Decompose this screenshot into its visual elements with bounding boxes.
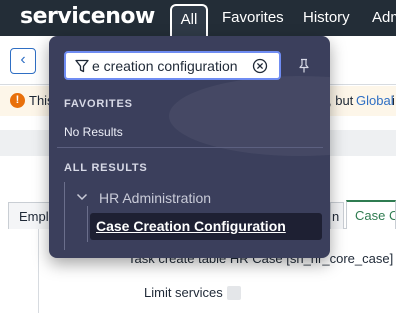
tab-case-creation[interactable]: Case Cr [346, 200, 396, 229]
nav-tab-admin[interactable]: Adm [372, 0, 396, 36]
panel-background-glow [169, 76, 330, 156]
limit-services-checkbox[interactable] [227, 286, 241, 300]
result-item-label[interactable]: Case Creation Configuration [96, 218, 286, 234]
tree-guide-line-nested [87, 206, 88, 242]
warning-text-tail: i [392, 93, 395, 108]
favorites-no-results: No Results [64, 125, 123, 139]
limit-services-label: Limit services [144, 285, 223, 300]
all-results-heading: ALL RESULTS [64, 162, 148, 174]
tree-guide-line [64, 182, 65, 250]
form-left-border [38, 229, 39, 313]
nav-tab-favorites[interactable]: Favorites [222, 0, 284, 36]
exclamation-icon: ! [10, 93, 25, 108]
chevron-down-icon[interactable] [76, 193, 88, 201]
global-link[interactable]: Global [356, 93, 394, 108]
panel-divider [57, 147, 323, 148]
menu-filter-input[interactable]: e creation configuration [64, 51, 281, 80]
clear-circle-icon[interactable] [252, 58, 268, 74]
nav-tab-all[interactable]: All [170, 4, 208, 36]
all-menu-search-panel: e creation configuration FAVORITES No Re… [49, 36, 330, 258]
favorites-heading: FAVORITES [64, 98, 133, 110]
servicenow-logo[interactable]: servicenow [20, 4, 155, 29]
tab-partial[interactable]: n [330, 202, 344, 229]
warning-text-mid: , but [328, 93, 354, 108]
result-group-hr-administration[interactable]: HR Administration [99, 190, 211, 206]
tab-employee[interactable]: Emplo [8, 202, 56, 229]
search-query-text[interactable]: e creation configuration [92, 58, 238, 74]
pin-icon[interactable] [297, 58, 311, 74]
filter-icon [75, 59, 89, 73]
result-item-case-creation-configuration[interactable]: Case Creation Configuration [90, 213, 322, 240]
top-navigation-bar: servicenow All Favorites History Adm [0, 0, 396, 36]
chevron-left-icon: ‹ [20, 51, 26, 68]
nav-tab-history[interactable]: History [303, 0, 350, 36]
back-button[interactable]: ‹ [10, 48, 36, 74]
